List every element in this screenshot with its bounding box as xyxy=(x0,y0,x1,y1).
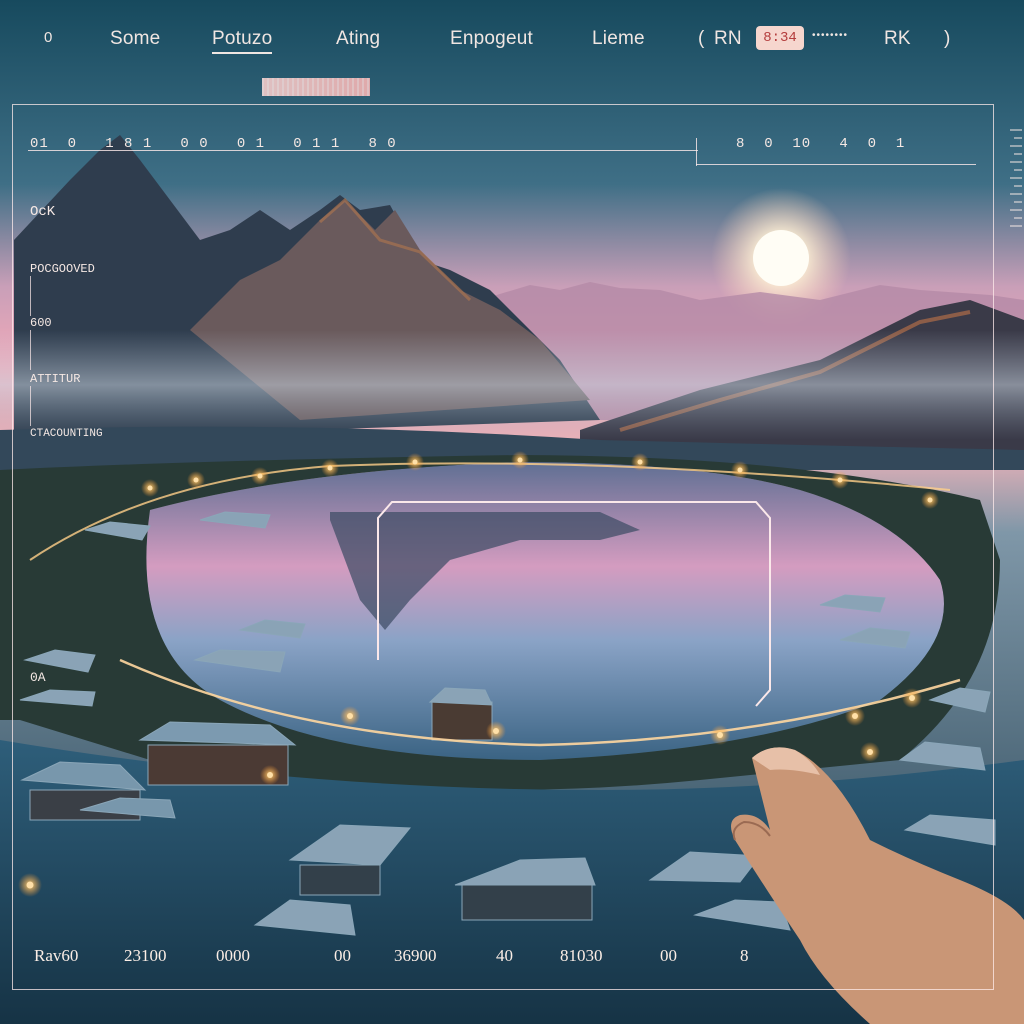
readout-6: 81030 xyxy=(560,946,603,965)
readout-1: 23100 xyxy=(124,946,167,965)
left-divider-2 xyxy=(30,330,31,370)
status-indicator: 0 xyxy=(44,29,53,46)
right-edge-ticks xyxy=(1010,129,1022,227)
left-divider-3 xyxy=(30,386,31,426)
bracket-open: ( xyxy=(698,28,705,49)
tab-potuzo[interactable]: Potuzo xyxy=(212,28,273,54)
ruler-scale-left: 01 0 1 8 1 0 0 0 1 0 1 1 8 0 xyxy=(30,136,397,152)
readout-5: 40 xyxy=(496,946,513,965)
left-label-5[interactable]: CTACOUNTING xyxy=(30,428,103,440)
left-mid-label: 0A xyxy=(30,670,46,685)
tab-some[interactable]: Some xyxy=(110,28,160,50)
readout-3: 00 xyxy=(334,946,351,965)
left-label-2[interactable]: POCGOOVED xyxy=(30,262,95,276)
top-ruler: 01 0 1 8 1 0 0 0 1 0 1 1 8 0 8 0 10 4 0 … xyxy=(28,136,988,168)
top-toolbar: 0 Some Potuzo Ating Enpogeut Lieme ( RN … xyxy=(0,0,1024,100)
readout-4: 36900 xyxy=(394,946,437,965)
tab-enpogeut[interactable]: Enpogeut xyxy=(450,28,533,50)
readout-8: 8 xyxy=(740,946,749,965)
left-label-3[interactable]: 600 xyxy=(30,316,52,330)
tab-ating[interactable]: Ating xyxy=(336,28,380,50)
dots-indicator: •••••••• xyxy=(812,30,849,41)
readout-0: Rav60 xyxy=(34,946,79,965)
exposure-strip[interactable] xyxy=(262,78,370,96)
time-badge: 8:34 xyxy=(756,26,804,50)
mode-code-right[interactable]: RK xyxy=(884,28,911,50)
left-label-4[interactable]: ATTITUR xyxy=(30,372,80,386)
tab-lieme[interactable]: Lieme xyxy=(592,28,645,50)
readout-2: 0000 xyxy=(216,946,250,965)
bracket-close: ) xyxy=(944,28,951,49)
left-divider-1 xyxy=(30,276,31,316)
ruler-scale-right: 8 0 10 4 0 1 xyxy=(736,136,906,152)
mode-code-left[interactable]: RN xyxy=(714,28,742,50)
left-label-1: OcK xyxy=(30,204,56,220)
readout-7: 00 xyxy=(660,946,677,965)
